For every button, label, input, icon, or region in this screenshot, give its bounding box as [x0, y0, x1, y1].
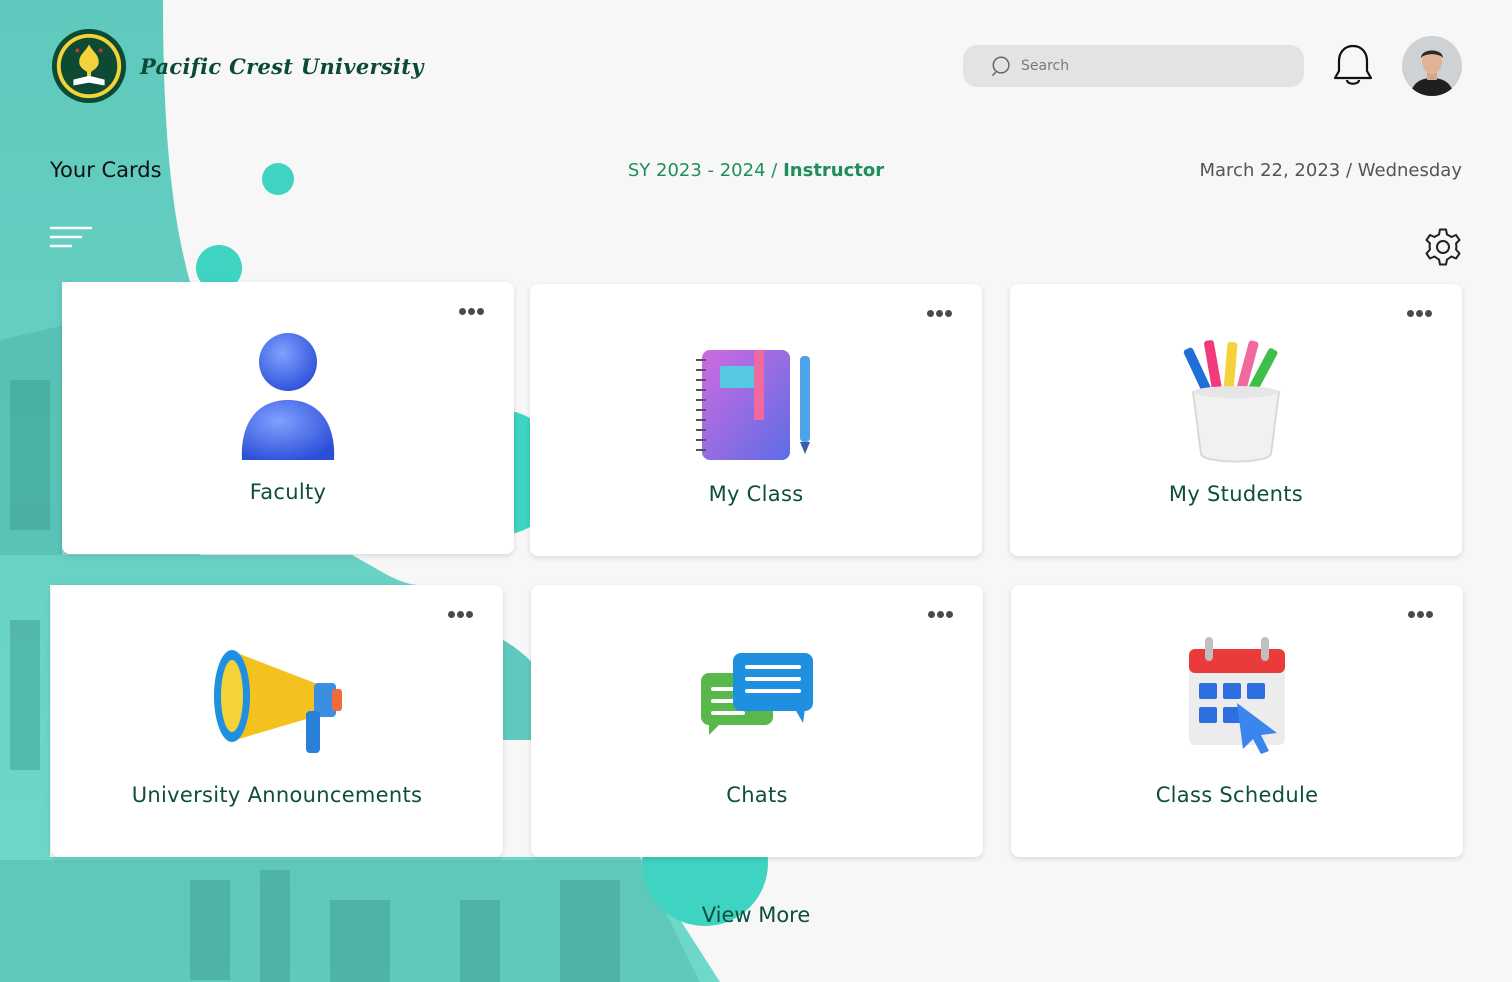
card-label: University Announcements	[131, 783, 423, 807]
gear-icon[interactable]	[1421, 225, 1465, 269]
card-label: Class Schedule	[1155, 783, 1319, 807]
more-options-icon[interactable]	[1405, 306, 1432, 317]
role: Instructor	[783, 160, 885, 181]
search-input[interactable]	[1019, 57, 1273, 75]
card-chats[interactable]: Chats	[531, 585, 983, 857]
day-text: Wednesday	[1357, 160, 1462, 181]
university-seal-icon	[51, 28, 127, 104]
sort-icon[interactable]	[50, 225, 92, 251]
more-options-icon[interactable]	[446, 607, 473, 618]
more-options-icon[interactable]	[926, 607, 953, 618]
card-university-announcements[interactable]: University Announcements	[51, 585, 503, 857]
view-more-link[interactable]: View More	[0, 903, 1512, 927]
brand-logo[interactable]: Pacific Crest University	[50, 27, 424, 105]
school-year: SY 2023 - 2024	[627, 160, 766, 181]
megaphone-icon	[214, 650, 342, 753]
search-bar[interactable]	[963, 45, 1304, 87]
separator: /	[1345, 160, 1353, 181]
avatar[interactable]	[1402, 36, 1462, 96]
bell-icon[interactable]	[1331, 42, 1375, 90]
more-options-icon[interactable]	[925, 306, 952, 317]
current-date: March 22, 2023 / Wednesday	[1199, 160, 1462, 181]
brand-name: Pacific Crest University	[140, 53, 424, 79]
chat-bubbles-icon	[701, 653, 813, 735]
separator: /	[771, 160, 778, 181]
date-text: March 22, 2023	[1199, 160, 1341, 181]
more-options-icon[interactable]	[457, 304, 484, 315]
more-options-icon[interactable]	[1406, 607, 1433, 618]
card-my-class[interactable]: My Class	[530, 284, 982, 556]
card-label: Faculty	[249, 480, 327, 504]
person-icon	[241, 333, 335, 460]
card-faculty[interactable]: Faculty	[62, 282, 514, 554]
card-label: My Class	[708, 482, 804, 506]
user-avatar-icon	[1402, 36, 1462, 96]
card-label: Chats	[726, 783, 788, 807]
calendar-icon	[1189, 637, 1285, 754]
pencil-cup-icon	[1183, 340, 1281, 463]
search-icon	[992, 56, 1010, 76]
notebook-icon	[696, 350, 810, 460]
card-my-students[interactable]: My Students	[1010, 284, 1462, 556]
card-class-schedule[interactable]: Class Schedule	[1011, 585, 1463, 857]
card-label: My Students	[1168, 482, 1304, 506]
